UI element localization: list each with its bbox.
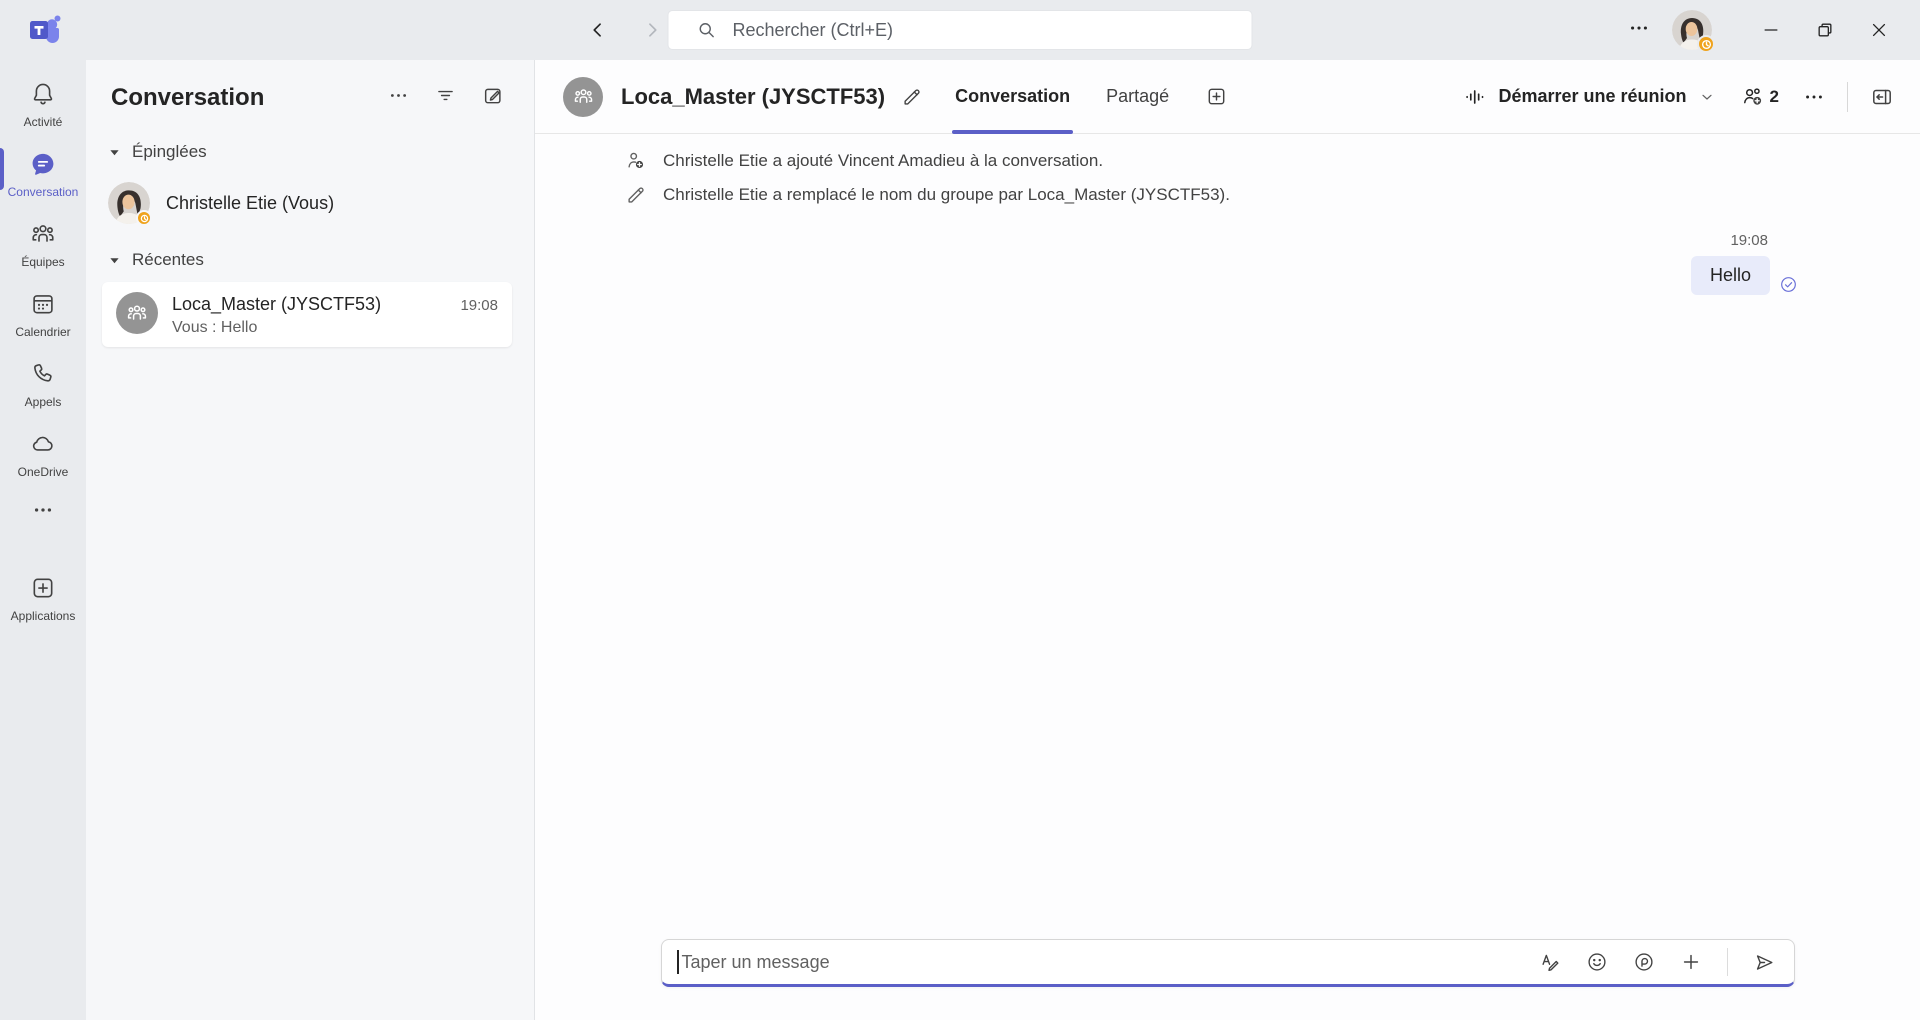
title-bar: Rechercher (Ctrl+E): [0, 0, 1920, 60]
search-input[interactable]: Rechercher (Ctrl+E): [668, 10, 1253, 50]
section-label: Récentes: [132, 250, 204, 270]
rail-item-calls[interactable]: Appels: [0, 350, 86, 420]
rail-item-calendar[interactable]: Calendrier: [0, 280, 86, 350]
rail-item-activity[interactable]: Activité: [0, 70, 86, 140]
system-message-text: Christelle Etie a remplacé le nom du gro…: [663, 185, 1230, 205]
profile-avatar[interactable]: [1672, 10, 1712, 50]
group-avatar[interactable]: [563, 77, 603, 117]
tab-conversation[interactable]: Conversation: [955, 60, 1070, 133]
forward-button[interactable]: [642, 20, 662, 40]
calendar-icon: [30, 291, 56, 320]
sent-check-icon: [1779, 275, 1798, 294]
chat-item-time: 19:08: [460, 297, 498, 314]
chat-list-title: Conversation: [111, 84, 388, 112]
section-pinned[interactable]: Épinglées: [86, 126, 534, 172]
restore-button[interactable]: [1798, 0, 1852, 60]
rail-item-chat[interactable]: Conversation: [0, 140, 86, 210]
open-side-pane-icon[interactable]: [1870, 85, 1894, 109]
chevron-down-icon[interactable]: [1699, 89, 1715, 105]
chat-item-selected[interactable]: Loca_Master (JYSCTF53) 19:08 Vous : Hell…: [102, 282, 512, 347]
message-time: 19:08: [1730, 232, 1768, 249]
system-message: Christelle Etie a ajouté Vincent Amadieu…: [625, 150, 1798, 172]
plus-square-icon: [30, 575, 56, 604]
section-label: Épinglées: [132, 142, 207, 162]
pencil-icon: [625, 184, 647, 206]
loop-icon[interactable]: [1633, 951, 1655, 973]
edit-name-icon[interactable]: [901, 86, 923, 108]
participants-count: 2: [1770, 87, 1779, 107]
compose-area: Taper un message: [535, 939, 1920, 1020]
person-add-icon: [625, 150, 647, 172]
chevron-down-icon: [109, 147, 120, 158]
chevron-down-icon: [109, 255, 120, 266]
rail-item-label: Applications: [11, 609, 76, 623]
rail-more-icon[interactable]: [0, 490, 86, 530]
app-rail: Activité Conversation Équipes: [0, 60, 86, 1020]
system-message-text: Christelle Etie a ajouté Vincent Amadieu…: [663, 151, 1103, 171]
start-meeting-label: Démarrer une réunion: [1498, 86, 1686, 107]
start-meeting-button[interactable]: Démarrer une réunion: [1464, 86, 1714, 108]
rail-item-onedrive[interactable]: OneDrive: [0, 420, 86, 490]
message-input[interactable]: Taper un message: [661, 939, 1795, 987]
chatlist-more-icon[interactable]: [388, 85, 409, 111]
chat-item-preview: Vous : Hello: [172, 319, 498, 337]
divider: [1727, 948, 1728, 976]
system-message: Christelle Etie a remplacé le nom du gro…: [625, 184, 1798, 206]
group-avatar: [116, 292, 158, 334]
tab-label: Partagé: [1106, 86, 1169, 107]
tab-shared[interactable]: Partagé: [1106, 60, 1169, 133]
chat-item-name: Christelle Etie (Vous): [166, 193, 334, 214]
chat-list-pane: Conversation Épinglées: [86, 60, 535, 1020]
person-add-icon: [1741, 85, 1765, 109]
emoji-icon[interactable]: [1586, 951, 1608, 973]
avatar: [108, 182, 150, 224]
new-chat-icon[interactable]: [482, 85, 504, 112]
titlebar-more-icon[interactable]: [1628, 17, 1650, 44]
rail-item-label: Appels: [25, 395, 62, 409]
add-tab-icon[interactable]: [1205, 85, 1228, 108]
section-recent[interactable]: Récentes: [86, 234, 534, 280]
chat-pane: Loca_Master (JYSCTF53) Conversation Part…: [535, 60, 1920, 1020]
attach-plus-icon[interactable]: [1680, 951, 1702, 973]
minimize-button[interactable]: [1744, 0, 1798, 60]
phone-icon: [30, 361, 56, 390]
teams-logo-icon: [26, 12, 62, 48]
send-icon[interactable]: [1753, 951, 1776, 974]
cloud-icon: [30, 431, 56, 460]
search-placeholder: Rechercher (Ctrl+E): [733, 20, 894, 41]
search-icon: [697, 20, 717, 40]
chat-header: Loca_Master (JYSCTF53) Conversation Part…: [535, 60, 1920, 134]
chat-icon: [30, 151, 56, 180]
message-input-placeholder: Taper un message: [682, 952, 1539, 973]
chat-item-name: Loca_Master (JYSCTF53): [172, 294, 460, 315]
outgoing-message: 19:08 Hello: [625, 232, 1798, 295]
message-bubble[interactable]: Hello: [1691, 256, 1770, 295]
divider: [1847, 82, 1848, 112]
chat-title: Loca_Master (JYSCTF53): [621, 84, 885, 110]
participants-button[interactable]: 2: [1741, 85, 1779, 109]
presence-away-icon: [136, 210, 152, 226]
chat-more-icon[interactable]: [1803, 86, 1825, 108]
rail-item-teams[interactable]: Équipes: [0, 210, 86, 280]
presence-away-icon: [1697, 35, 1715, 53]
format-icon[interactable]: [1539, 951, 1561, 973]
text-caret: [677, 950, 679, 974]
rail-item-label: OneDrive: [18, 465, 69, 479]
bell-icon: [30, 81, 56, 110]
back-button[interactable]: [588, 20, 608, 40]
rail-item-label: Calendrier: [15, 325, 70, 339]
rail-item-label: Équipes: [21, 255, 64, 269]
rail-item-label: Activité: [24, 115, 63, 129]
rail-item-apps[interactable]: Applications: [0, 564, 86, 634]
waveform-icon: [1464, 86, 1486, 108]
chat-item-pinned-self[interactable]: Christelle Etie (Vous): [86, 172, 534, 234]
message-list: Christelle Etie a ajouté Vincent Amadieu…: [535, 134, 1920, 939]
close-button[interactable]: [1852, 0, 1906, 60]
people-icon: [30, 221, 56, 250]
filter-icon[interactable]: [435, 85, 456, 111]
rail-item-label: Conversation: [8, 185, 79, 199]
tab-label: Conversation: [955, 86, 1070, 107]
